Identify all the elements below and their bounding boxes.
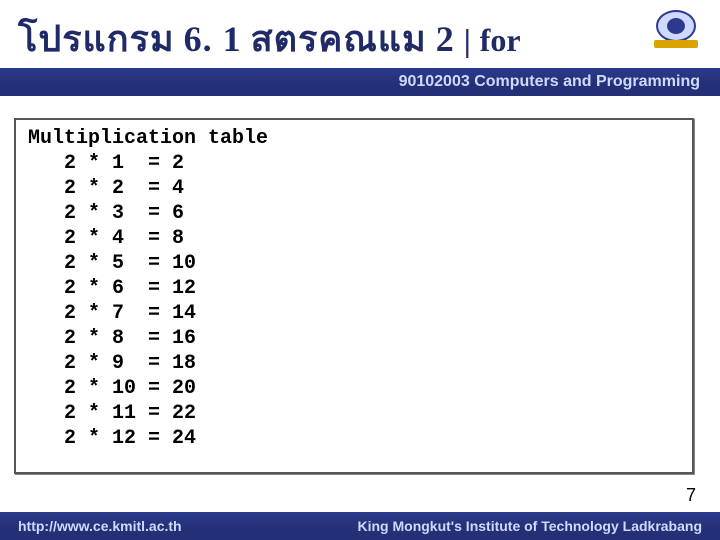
title-num: 6. 1	[184, 19, 242, 59]
footer: http://www.ce.kmitl.ac.th King Mongkut's…	[0, 512, 720, 540]
output-box: Multiplication table 2 * 1 = 2 2 * 2 = 4…	[14, 118, 694, 474]
course-bar: 90102003 Computers and Programming	[0, 68, 720, 96]
page-number: 7	[686, 485, 696, 506]
slide: โปรแกรม 6. 1 สตรคณแม 2 | for 90102003 Co…	[0, 0, 720, 540]
title-for: for	[480, 22, 521, 58]
course-code: 90102003 Computers and Programming	[399, 73, 700, 90]
title-tail-num: 2	[436, 19, 455, 59]
page-title: โปรแกรม 6. 1 สตรคณแม 2 | for	[18, 10, 521, 67]
header: โปรแกรม 6. 1 สตรคณแม 2 | for	[0, 0, 720, 70]
title-pipe: |	[464, 22, 471, 58]
logo-icon	[650, 6, 702, 52]
code-block: Multiplication table 2 * 1 = 2 2 * 2 = 4…	[28, 126, 680, 451]
footer-institution: King Mongkut's Institute of Technology L…	[357, 512, 702, 540]
title-part-1: โปรแกรม	[18, 19, 175, 59]
footer-url: http://www.ce.kmitl.ac.th	[18, 512, 182, 540]
title-part-2: สตรคณแม	[251, 19, 427, 59]
